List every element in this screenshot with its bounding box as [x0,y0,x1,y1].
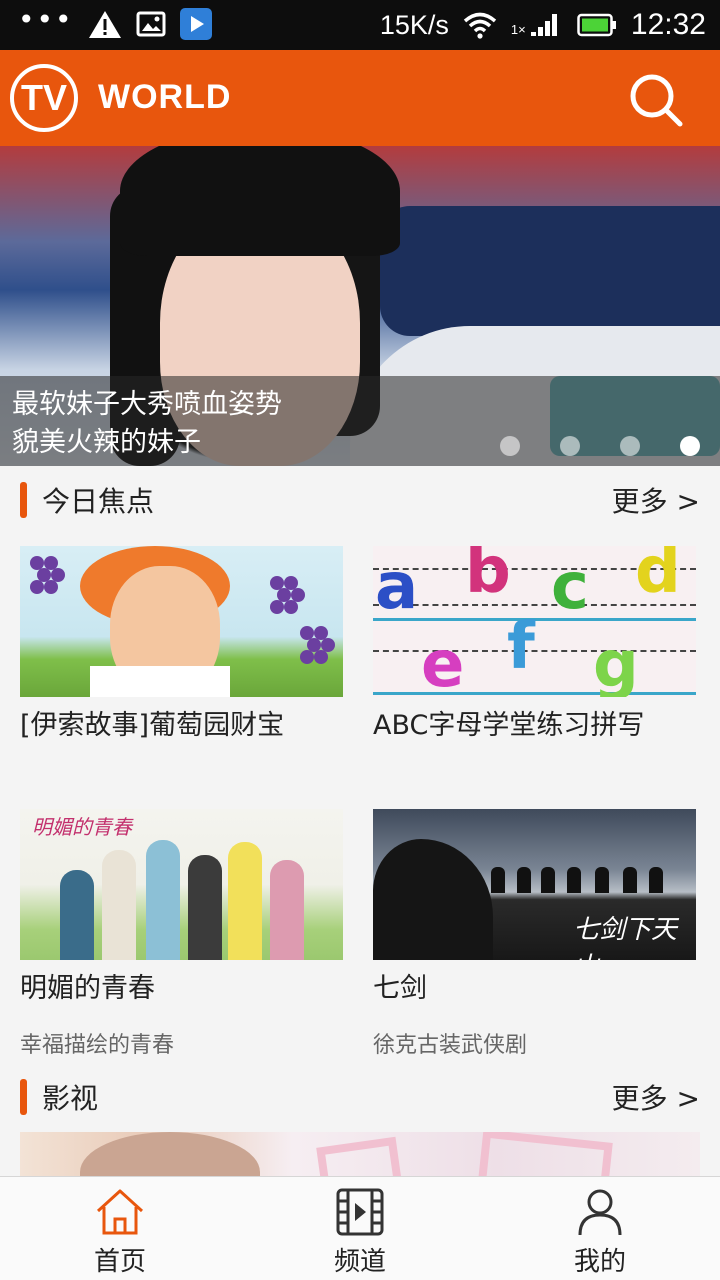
wifi-icon [463,12,497,39]
carousel-dot[interactable] [500,436,520,456]
letter-f: f [507,610,535,684]
status-right: 15K/s 1× 12:32 [380,8,706,42]
home-icon [96,1189,144,1235]
nav-label: 首页 [93,1247,146,1277]
section-title: 影视 [42,1082,99,1115]
video-card[interactable]: a b c d e f g ABC字母学堂练习拼写 [373,546,697,742]
poster-rock [373,839,493,960]
section-accent-bar [20,482,27,518]
letter-d: d [635,546,681,608]
poster-person [228,842,262,960]
nav-home[interactable]: 首页 [0,1177,240,1280]
poster-rider [517,867,531,893]
poster-logo: 明媚的青春 [32,815,132,839]
poster-rider [541,867,555,893]
video-thumbnail[interactable]: 七剑下天山 [373,809,696,960]
video-title[interactable]: 七剑 [373,966,697,1005]
more-link[interactable]: 更多 > [612,480,700,520]
letter-g: g [593,628,639,697]
battery-icon [577,13,616,37]
bottom-nav: 首页 频道 我的 [0,1176,720,1280]
film-section-header: 影视 更多 > [0,1063,720,1133]
nav-label: 我的 [573,1247,626,1277]
video-thumbnail[interactable]: 明媚的青春 [20,809,343,960]
warning-icon [88,11,121,38]
carousel-indicator [500,436,700,456]
letter-c: c [551,550,589,624]
more-dots: ••• [18,3,74,36]
poster-person [188,855,222,960]
banner-caption-line2: 貌美火辣的妹子 [12,427,201,458]
focus-section-header: 今日焦点 更多 > [0,466,720,536]
film-thumbnail[interactable] [20,1132,700,1178]
video-thumbnail[interactable] [20,546,343,697]
poster-frame [316,1136,404,1178]
video-subtitle: 幸福描绘的青春 [20,1033,175,1058]
banner-figure-hair [120,146,400,256]
banner-background [380,206,720,336]
net-speed: 15K/s [379,9,449,40]
status-left: ••• [18,3,212,40]
tv-logo[interactable]: TV [10,64,78,132]
letter-e: e [421,628,465,697]
video-thumbnail[interactable]: a b c d e f g [373,546,696,697]
app-header: TV WORLD [0,50,720,146]
status-bar: ••• 15K/s 1× 12:32 [0,0,720,50]
letter-b: b [465,546,511,608]
film-icon [336,1188,384,1236]
nav-label: 频道 [333,1247,386,1277]
carousel-dot[interactable] [620,436,640,456]
grapes-decoration [300,626,314,640]
poster-rider [623,867,637,893]
signal-icon: 1× [511,10,563,40]
poster-person [146,840,180,960]
letter-a: a [375,550,419,624]
video-card[interactable]: [伊索故事]葡萄园财宝 [20,546,344,742]
more-link[interactable]: 更多 > [612,1077,700,1117]
section-accent-bar [20,1079,27,1115]
poster-person [102,850,136,960]
video-card[interactable]: 明媚的青春 明媚的青春 幸福描绘的青春 [20,809,344,1059]
banner-caption-line1: 最软妹子大秀喷血姿势 [12,389,282,420]
carousel-dot-active[interactable] [680,436,700,456]
poster-rider [595,867,609,893]
play-store-icon [179,8,212,40]
poster-frame [477,1132,613,1178]
poster-person [60,870,94,960]
clock: 12:32 [630,8,706,41]
video-title[interactable]: ABC字母学堂练习拼写 [373,703,697,742]
video-title[interactable]: [伊索故事]葡萄园财宝 [20,703,344,742]
user-icon [578,1189,622,1236]
image-icon [136,11,166,37]
poster-rider [649,867,663,893]
grapes-decoration [30,556,44,570]
section-title: 今日焦点 [42,485,155,518]
brand-title: WORLD [98,78,232,116]
cartoon-shirt [90,666,230,697]
poster-rider [567,867,581,893]
search-icon[interactable] [626,70,686,130]
nav-channel[interactable]: 频道 [240,1177,480,1280]
carousel-dot[interactable] [560,436,580,456]
poster-rider [491,867,505,893]
video-subtitle: 徐克古装武侠剧 [373,1033,528,1058]
video-title[interactable]: 明媚的青春 [20,966,344,1005]
video-card[interactable]: 七剑下天山 七剑 徐克古装武侠剧 [373,809,697,1059]
hero-banner[interactable]: 最软妹子大秀喷血姿势 貌美火辣的妹子 [0,146,720,466]
poster-figure [80,1132,260,1178]
poster-calligraphy: 七剑下天山 [573,915,678,960]
poster-person [270,860,304,960]
grapes-decoration [270,576,284,590]
nav-mine[interactable]: 我的 [480,1177,720,1280]
